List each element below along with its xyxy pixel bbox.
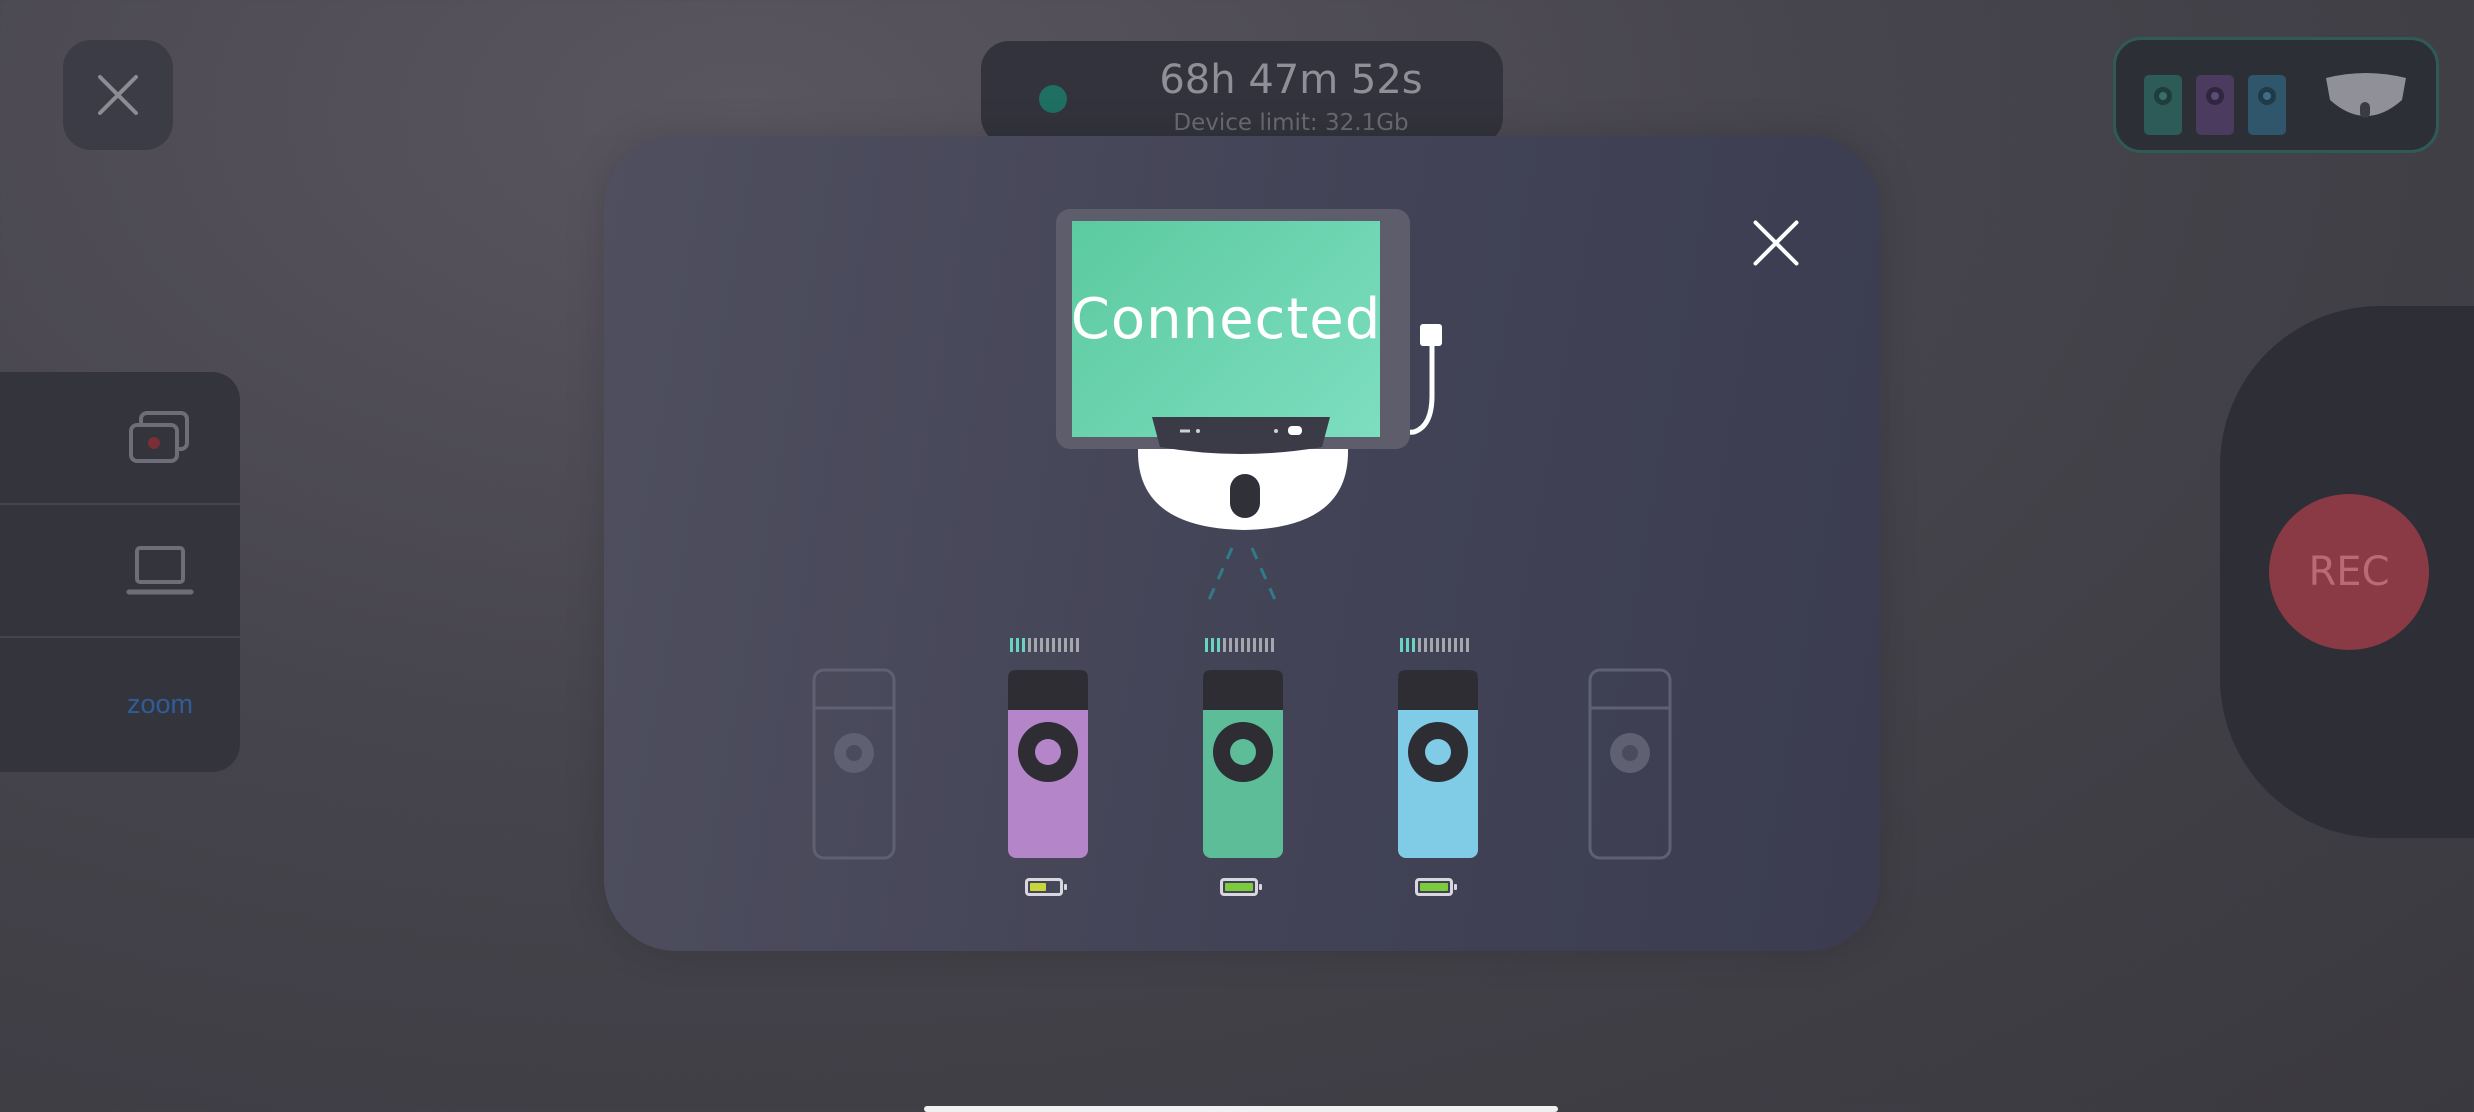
timer-text: 68h 47m 52s [1159, 57, 1423, 103]
multi-camera-icon [129, 410, 189, 463]
home-indicator [924, 1106, 1558, 1112]
tablet-device: Connected [1056, 209, 1410, 454]
transmitter-blue [1398, 670, 1478, 858]
side-panel: zoom [0, 372, 240, 772]
empty-slot [812, 668, 896, 860]
battery-icon [1025, 878, 1067, 896]
close-icon [98, 75, 138, 115]
multi-camera-button[interactable] [0, 372, 240, 505]
device-limit-text: Device limit: 32.1Gb [1173, 110, 1409, 136]
modal-close-button[interactable] [1751, 218, 1801, 268]
signal-meter [1205, 638, 1274, 652]
devices-status-button[interactable] [2113, 37, 2439, 153]
recording-timer: 68h 47m 52s Device limit: 32.1Gb [981, 41, 1503, 145]
battery-icon [1415, 878, 1457, 896]
connection-modal: Connected [604, 136, 1880, 951]
tablet-screen: Connected [1070, 221, 1382, 437]
zoom-button[interactable]: zoom [0, 638, 240, 771]
laptop-icon [126, 545, 194, 594]
record-panel: REC [2220, 306, 2474, 838]
mount-clip [1152, 417, 1330, 454]
close-button[interactable] [63, 40, 173, 150]
devices-icon [2144, 73, 2406, 135]
battery-icon [1220, 878, 1262, 896]
screen-share-button[interactable] [0, 505, 240, 638]
transmitter-green [1203, 670, 1283, 858]
empty-slot [1588, 668, 1672, 860]
record-button[interactable]: REC [2269, 494, 2429, 650]
signal-meter [1400, 638, 1469, 652]
connection-status: Connected [1070, 286, 1382, 352]
zoom-label: zoom [126, 689, 194, 719]
signal-meter [1010, 638, 1079, 652]
status-dot [1039, 85, 1067, 113]
transmitter-purple [1008, 670, 1088, 858]
